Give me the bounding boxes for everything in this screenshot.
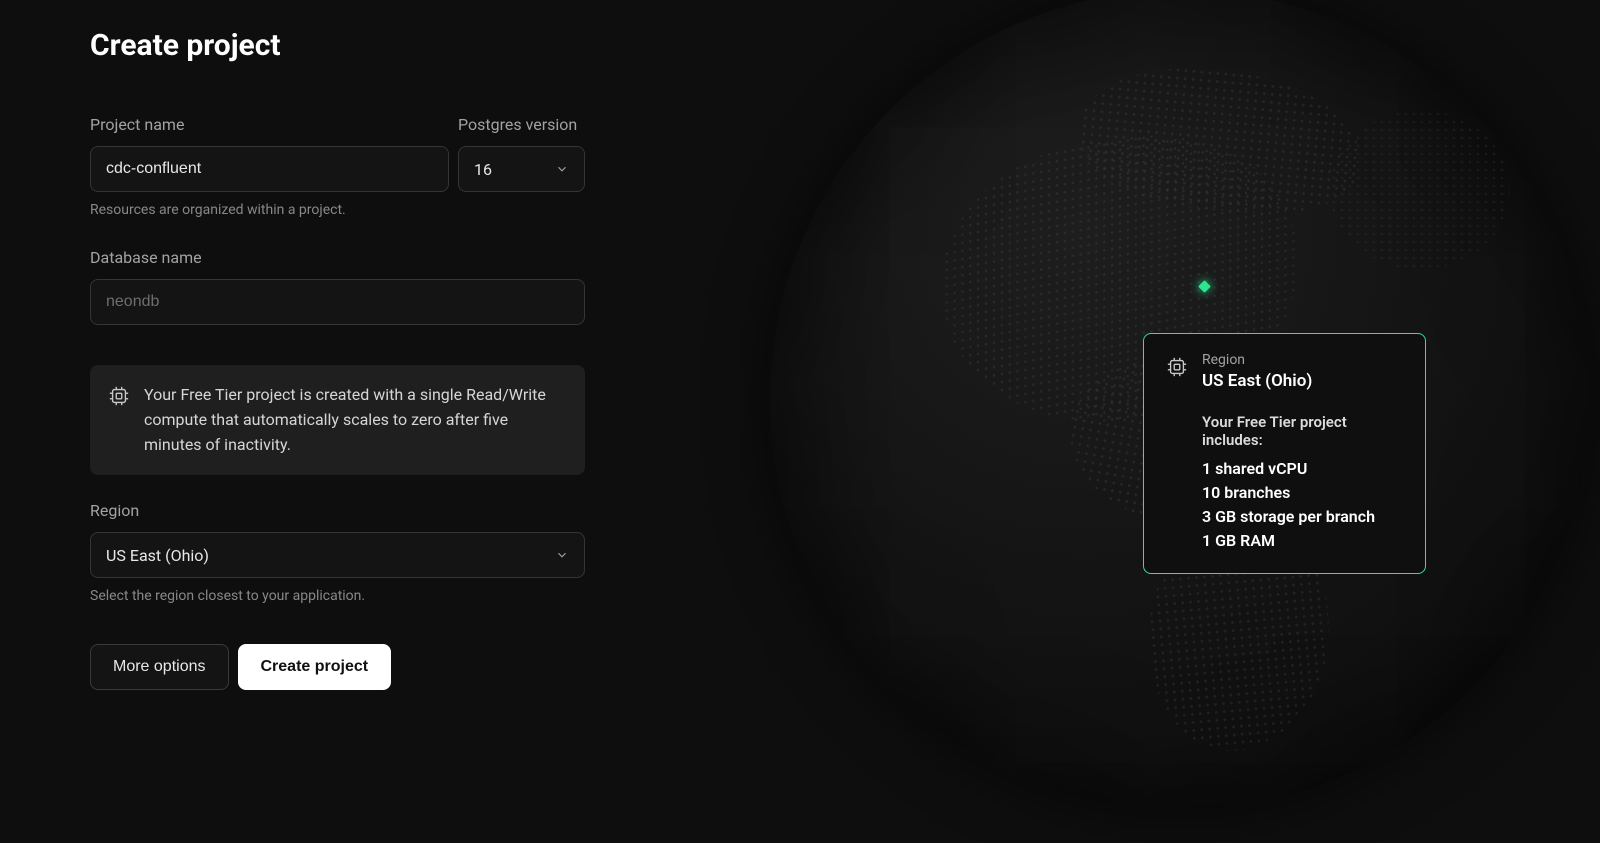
database-name-label: Database name: [90, 248, 585, 267]
create-project-page: Create project Project name Postgres ver…: [0, 0, 1600, 843]
database-name-field: Database name: [90, 248, 585, 325]
form-actions: More options Create project: [90, 644, 585, 690]
postgres-version-field: Postgres version 16: [458, 115, 585, 192]
region-card-label: Region: [1202, 352, 1312, 369]
region-select[interactable]: US East (Ohio): [90, 532, 585, 578]
cpu-icon: [108, 385, 130, 407]
postgres-version-value: 16: [474, 160, 492, 179]
region-includes-title: Your Free Tier project includes:: [1202, 413, 1403, 449]
region-field: Region US East (Ohio) Select the region …: [90, 501, 585, 604]
chevron-down-icon: [555, 162, 569, 176]
create-project-button[interactable]: Create project: [238, 644, 392, 690]
region-includes-item: 1 GB RAM: [1202, 529, 1403, 553]
cpu-icon: [1166, 356, 1188, 378]
project-name-helper: Resources are organized within a project…: [90, 202, 585, 218]
region-includes-item: 3 GB storage per branch: [1202, 505, 1403, 529]
database-name-input[interactable]: [90, 279, 585, 325]
region-select-value: US East (Ohio): [106, 546, 209, 565]
region-label: Region: [90, 501, 585, 520]
chevron-down-icon: [555, 548, 569, 562]
region-includes-list: 1 shared vCPU 10 branches 3 GB storage p…: [1202, 457, 1403, 553]
region-card-value: US East (Ohio): [1202, 371, 1312, 391]
region-includes-item: 10 branches: [1202, 481, 1403, 505]
free-tier-info: Your Free Tier project is created with a…: [90, 365, 585, 475]
region-info-card: Region US East (Ohio) Your Free Tier pro…: [1143, 333, 1426, 574]
project-name-input[interactable]: [90, 146, 449, 192]
project-form: Project name Postgres version 16 Resourc…: [90, 115, 585, 690]
region-includes-item: 1 shared vCPU: [1202, 457, 1403, 481]
postgres-version-select[interactable]: 16: [458, 146, 585, 192]
project-name-field: Project name: [90, 115, 449, 192]
postgres-version-label: Postgres version: [458, 115, 585, 134]
more-options-button[interactable]: More options: [90, 644, 229, 690]
free-tier-info-text: Your Free Tier project is created with a…: [144, 383, 567, 457]
region-helper: Select the region closest to your applic…: [90, 588, 585, 604]
project-name-label: Project name: [90, 115, 449, 134]
